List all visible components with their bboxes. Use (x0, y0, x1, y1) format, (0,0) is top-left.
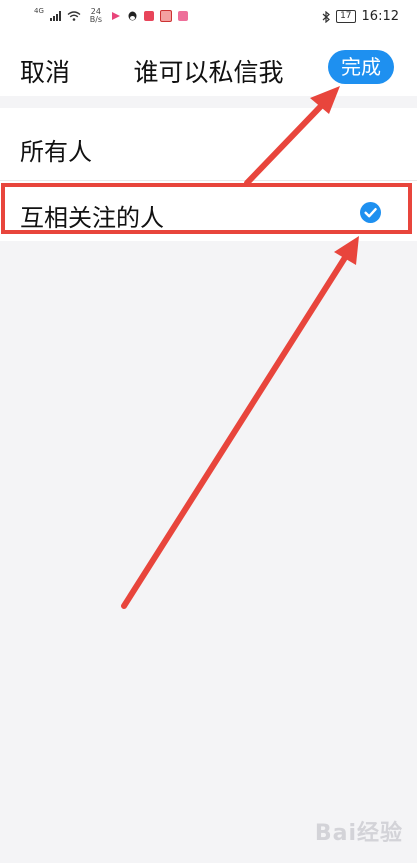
clock: 16:12 (361, 9, 399, 24)
status-left: 4G 24 B/s (34, 7, 188, 24)
network-speed: 24 B/s (87, 8, 105, 24)
status-right: 17 16:12 (322, 9, 399, 24)
nav-bar: 取消 谁可以私信我 完成 (0, 34, 417, 96)
app-icon-pink (177, 11, 188, 21)
bluetooth-icon (322, 10, 330, 23)
option-label: 所有人 (20, 138, 92, 166)
check-icon (360, 202, 381, 223)
network-type: 4G (34, 7, 44, 15)
status-bar: 4G 24 B/s 17 16:12 (0, 0, 417, 34)
qq-app-icon (128, 11, 137, 20)
wifi-icon (67, 11, 81, 21)
option-label: 互相关注的人 (20, 204, 164, 232)
watermark: Bai经验 (314, 821, 403, 846)
option-everyone[interactable]: 所有人 (0, 108, 417, 180)
speed-unit: B/s (89, 15, 103, 24)
option-mutual-follows[interactable]: 互相关注的人 (0, 180, 417, 241)
signal-icon (49, 11, 61, 21)
section-gap (0, 96, 417, 108)
arrow-to-option (121, 236, 359, 609)
battery-indicator: 17 (336, 10, 356, 23)
done-button[interactable]: 完成 (328, 50, 394, 84)
video-app-icon (111, 12, 120, 20)
app-icon-avatar (159, 10, 172, 22)
app-icon-red (143, 11, 154, 21)
cancel-button[interactable]: 取消 (20, 53, 70, 89)
